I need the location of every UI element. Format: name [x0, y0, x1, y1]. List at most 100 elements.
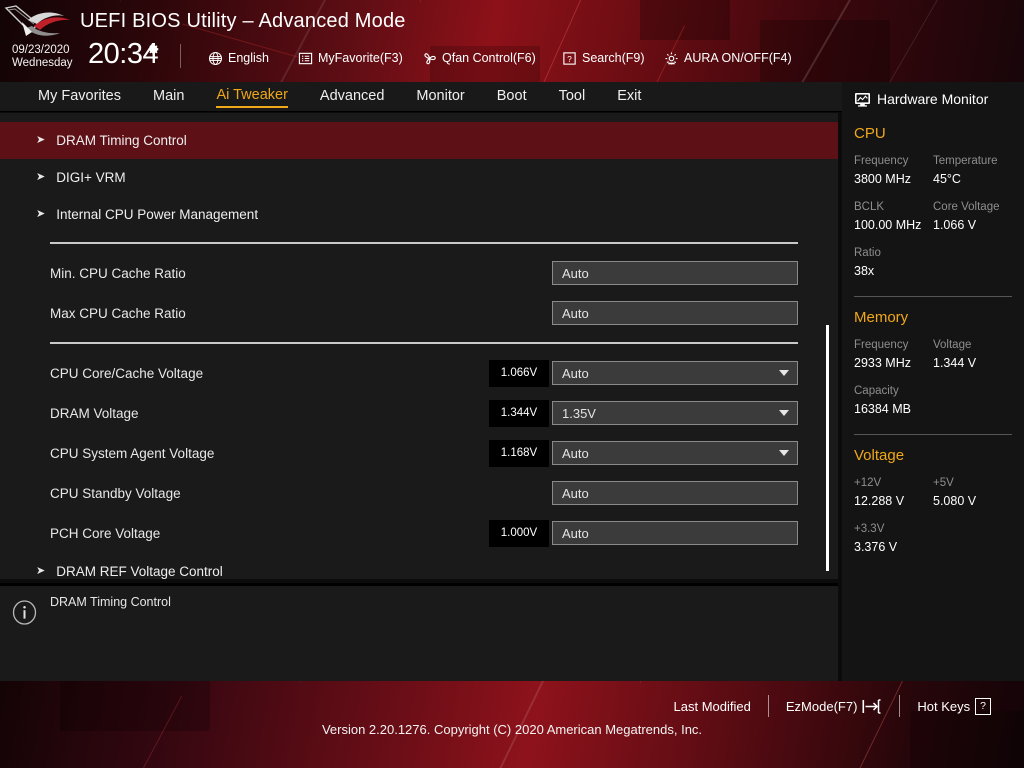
- footer-item-label: Hot Keys: [917, 698, 971, 714]
- hwm-cell: +3.3V 3.376 V: [854, 521, 938, 556]
- tab-main[interactable]: Main: [153, 88, 184, 107]
- weekday-text: Wednesday: [12, 57, 73, 69]
- tab-advanced[interactable]: Advanced: [320, 88, 385, 107]
- hwm-cell: BCLK 100.00 MHz: [854, 199, 933, 234]
- dram-voltage-dropdown[interactable]: 1.35V: [552, 401, 798, 425]
- header-item-english[interactable]: English: [208, 48, 269, 68]
- hwm-divider: [854, 434, 1012, 435]
- hwm-row: Frequency 3800 MHz Temperature 45°C: [854, 153, 1012, 188]
- footer-decoration: [910, 711, 1024, 768]
- chevron-right-icon: ➤: [36, 565, 46, 577]
- hwm-key: +3.3V: [854, 523, 885, 535]
- tab-boot[interactable]: Boot: [497, 88, 527, 107]
- submenu-dram-ref-voltage-control[interactable]: ➤ DRAM REF Voltage Control: [0, 553, 838, 579]
- hwm-row: +12V 12.288 V +5V 5.080 V: [854, 475, 1012, 510]
- field-value: Auto: [562, 525, 589, 541]
- section-divider: [50, 342, 798, 344]
- hwm-value: 100.00 MHz: [854, 218, 922, 232]
- header-item-label: MyFavorite(F3): [318, 51, 403, 65]
- setting-label: Min. CPU Cache Ratio: [50, 265, 186, 281]
- field-value: 1.35V: [562, 405, 596, 421]
- hwm-value: 16384 MB: [854, 402, 911, 416]
- globe-icon: [208, 51, 223, 65]
- submenu-label: DRAM REF Voltage Control: [56, 564, 223, 579]
- header-item-label: Qfan Control(F6): [442, 51, 536, 65]
- hwm-value: 45°C: [933, 172, 961, 186]
- hardware-monitor-title: Hardware Monitor: [877, 91, 989, 107]
- header-item-qfan-control[interactable]: Qfan Control(F6): [422, 48, 536, 68]
- cpu-system-agent-voltage-dropdown[interactable]: Auto: [552, 441, 798, 465]
- header-item-search[interactable]: ? Search(F9): [562, 48, 645, 68]
- pch-core-voltage-badge: 1.000V: [489, 519, 549, 547]
- submenu-digi-vrm[interactable]: ➤ DIGI+ VRM: [0, 159, 838, 196]
- tab-monitor[interactable]: Monitor: [416, 88, 464, 107]
- setting-row-max-cpu-cache-ratio: Max CPU Cache Ratio Auto: [0, 293, 838, 333]
- hwm-section-cpu: CPU: [854, 125, 886, 142]
- min-cpu-cache-ratio-field[interactable]: Auto: [552, 261, 798, 285]
- last-modified-button[interactable]: Last Modified: [657, 699, 768, 714]
- hardware-monitor-panel: Hardware Monitor CPU Frequency 3800 MHz …: [842, 82, 1024, 681]
- tab-my-favorites[interactable]: My Favorites: [38, 88, 121, 107]
- scrollbar-thumb[interactable]: [826, 325, 829, 571]
- ezmode-button[interactable]: EzMode(F7): [769, 699, 900, 714]
- hwm-cell: Temperature 45°C: [933, 153, 1012, 188]
- hwm-cell: Core Voltage 1.066 V: [933, 199, 1012, 234]
- section-divider: [50, 242, 798, 244]
- main-settings-panel: ➤ DRAM Timing Control ➤ DIGI+ VRM ➤ Inte…: [0, 113, 838, 579]
- cpu-core-cache-voltage-dropdown[interactable]: Auto: [552, 361, 798, 385]
- submenu-dram-timing-control[interactable]: ➤ DRAM Timing Control: [0, 122, 838, 159]
- setting-label: CPU Core/Cache Voltage: [50, 365, 204, 381]
- pch-core-voltage-field[interactable]: Auto: [552, 521, 798, 545]
- arrow-into-bracket-icon: [862, 698, 881, 714]
- monitor-icon: [855, 92, 870, 107]
- cpu-core-cache-voltage-badge: 1.066V: [489, 359, 549, 387]
- setting-row-min-cpu-cache-ratio: Min. CPU Cache Ratio Auto: [0, 253, 838, 293]
- header-item-label: English: [228, 51, 269, 65]
- hwm-cell: Frequency 2933 MHz: [854, 337, 933, 372]
- setting-label: PCH Core Voltage: [50, 525, 161, 541]
- header-decoration: [525, 0, 596, 82]
- info-circle-icon: [12, 600, 37, 625]
- info-description: DRAM Timing Control: [50, 595, 171, 609]
- header-item-aura[interactable]: AURA ON/OFF(F4): [664, 48, 792, 68]
- max-cpu-cache-ratio-field[interactable]: Auto: [552, 301, 798, 325]
- fan-icon: [424, 52, 436, 64]
- chevron-down-icon: [779, 450, 789, 456]
- tab-exit[interactable]: Exit: [617, 88, 641, 107]
- submenu-label: Internal CPU Power Management: [56, 207, 259, 222]
- hwm-row: Capacity 16384 MB: [854, 383, 1012, 418]
- rog-logo: [4, 5, 70, 36]
- hwm-key: Capacity: [854, 385, 899, 397]
- header-bar: UEFI BIOS Utility – Advanced Mode 09/23/…: [0, 0, 1024, 82]
- footer-item-label: EzMode(F7): [785, 698, 858, 714]
- submenu-internal-cpu-power-management[interactable]: ➤ Internal CPU Power Management: [0, 196, 838, 233]
- chevron-right-icon: ➤: [36, 208, 46, 220]
- hwm-value: 5.080 V: [933, 494, 977, 508]
- date-display: 09/23/2020 Wednesday: [12, 44, 73, 70]
- footer-actions: Last Modified EzMode(F7) Hot Keys ?: [657, 695, 1008, 717]
- hwm-key: Frequency: [854, 339, 909, 351]
- nav-tabs: My Favorites Main Ai Tweaker Advanced Mo…: [38, 82, 641, 112]
- hwm-row: Frequency 2933 MHz Voltage 1.344 V: [854, 337, 1012, 372]
- hwm-cell: Voltage 1.344 V: [933, 337, 1012, 372]
- header-item-label: AURA ON/OFF(F4): [684, 51, 792, 65]
- header-item-myfavorite[interactable]: MyFavorite(F3): [298, 48, 403, 68]
- chevron-right-icon: ➤: [36, 134, 46, 146]
- hwm-value: 1.344 V: [933, 356, 977, 370]
- page-title: UEFI BIOS Utility – Advanced Mode: [80, 10, 406, 32]
- hwm-value: 1.066 V: [933, 218, 977, 232]
- tab-ai-tweaker[interactable]: Ai Tweaker: [216, 87, 288, 108]
- hwm-value: 3.376 V: [854, 540, 898, 554]
- field-value: Auto: [562, 265, 589, 281]
- hwm-key: Voltage: [933, 339, 972, 351]
- gear-icon[interactable]: [146, 42, 160, 56]
- setting-label: Max CPU Cache Ratio: [50, 305, 186, 321]
- setting-row-cpu-system-agent-voltage: CPU System Agent Voltage 1.168V Auto: [0, 433, 838, 473]
- tab-tool[interactable]: Tool: [559, 88, 586, 107]
- hwm-row: Ratio 38x: [854, 245, 1012, 280]
- chevron-down-icon: [779, 410, 789, 416]
- hwm-row: BCLK 100.00 MHz Core Voltage 1.066 V: [854, 199, 1012, 234]
- cpu-standby-voltage-field[interactable]: Auto: [552, 481, 798, 505]
- hot-keys-button[interactable]: Hot Keys ?: [900, 697, 1008, 715]
- footer-item-label: Last Modified: [673, 698, 751, 714]
